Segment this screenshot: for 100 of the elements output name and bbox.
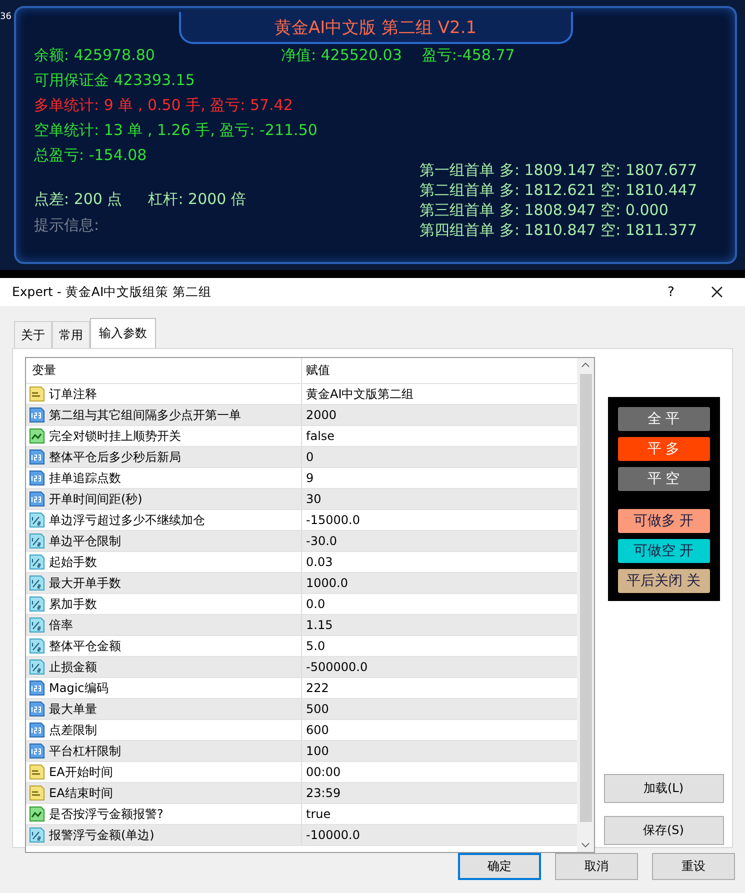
parameter-name: 整体平仓金额 bbox=[49, 638, 121, 654]
boolean-type-icon bbox=[29, 428, 45, 444]
dialog-button[interactable]: 确定 bbox=[458, 853, 542, 880]
parameter-name: 起始手数 bbox=[49, 554, 97, 570]
leverage-text: 杠杆: 2000 倍 bbox=[148, 189, 246, 210]
control-button[interactable]: 可做空 开 bbox=[618, 539, 710, 563]
parameter-value[interactable]: 黄金AI中文版第二组 bbox=[302, 386, 414, 402]
parameter-name: EA结束时间 bbox=[49, 784, 113, 802]
parameter-value[interactable]: 00:00 bbox=[302, 765, 341, 779]
parameter-name: Magic编码 bbox=[49, 680, 108, 696]
parameter-value[interactable]: -500000.0 bbox=[302, 660, 368, 674]
close-icon[interactable] bbox=[711, 286, 723, 298]
decimal-type-icon bbox=[29, 596, 45, 612]
parameter-value[interactable]: -30.0 bbox=[302, 534, 338, 548]
parameter-value[interactable]: -10000.0 bbox=[302, 828, 360, 842]
price-label: 36 bbox=[0, 12, 12, 22]
equity-text: 净值: 425520.03 bbox=[280, 45, 402, 66]
decimal-type-icon bbox=[29, 827, 45, 843]
text-type-icon bbox=[29, 764, 45, 780]
spread-text: 点差: 200 点 bbox=[34, 189, 122, 210]
group-price-text: 第二组首单 多: 1812.621 空: 1810.447 bbox=[420, 180, 697, 200]
stat-text: 余额: 425978.80 bbox=[34, 45, 155, 66]
decimal-type-icon bbox=[29, 659, 45, 675]
parameter-name: 完全对锁时挂上顺势开关 bbox=[49, 428, 181, 444]
dialog-button[interactable]: 重设 bbox=[652, 853, 735, 880]
integer-type-icon bbox=[29, 407, 45, 423]
decimal-type-icon bbox=[29, 533, 45, 549]
tab[interactable]: 关于 bbox=[14, 321, 52, 348]
decimal-type-icon bbox=[29, 638, 45, 654]
parameter-value[interactable]: 0.03 bbox=[302, 555, 333, 569]
profit-text: 盈亏:-458.77 bbox=[422, 45, 515, 66]
parameter-value[interactable]: 2000 bbox=[302, 408, 337, 422]
panel-title: 黄金AI中文版 第二组 V2.1 bbox=[274, 16, 477, 38]
integer-type-icon bbox=[29, 743, 45, 759]
control-button[interactable]: 平后关闭 关 bbox=[618, 569, 710, 593]
integer-type-icon bbox=[29, 449, 45, 465]
parameter-name: EA开始时间 bbox=[49, 764, 113, 780]
parameter-value[interactable]: 222 bbox=[302, 681, 329, 695]
dialog-button[interactable]: 加载(L) bbox=[604, 774, 724, 803]
decimal-type-icon bbox=[29, 512, 45, 528]
parameter-name: 平台杠杆限制 bbox=[49, 742, 121, 760]
decimal-type-icon bbox=[29, 575, 45, 591]
parameter-value[interactable]: 5.0 bbox=[302, 639, 326, 653]
parameter-value[interactable]: 30 bbox=[302, 492, 322, 506]
parameter-value[interactable]: 23:59 bbox=[302, 786, 341, 800]
parameter-value[interactable]: true bbox=[302, 807, 331, 821]
parameter-value[interactable]: 0 bbox=[302, 450, 314, 464]
parameter-value[interactable]: 600 bbox=[302, 723, 329, 737]
parameter-name: 止损金额 bbox=[49, 658, 97, 676]
parameter-name: 是否按浮亏金额报警? bbox=[49, 806, 164, 822]
parameter-name: 倍率 bbox=[49, 616, 73, 634]
control-button[interactable]: 平 空 bbox=[618, 467, 710, 491]
tab[interactable]: 常用 bbox=[52, 321, 90, 348]
integer-type-icon bbox=[29, 470, 45, 486]
parameter-value[interactable]: 500 bbox=[302, 702, 329, 716]
stat-text: 可用保证金 423393.15 bbox=[34, 70, 195, 91]
control-button[interactable]: 可做多 开 bbox=[618, 509, 710, 533]
scroll-down-icon[interactable] bbox=[581, 842, 590, 848]
parameter-name: 订单注释 bbox=[49, 386, 97, 402]
parameter-value[interactable]: 1000.0 bbox=[302, 576, 348, 590]
column-header[interactable]: 变量 bbox=[26, 358, 302, 383]
parameter-name: 单边平仓限制 bbox=[49, 532, 121, 550]
text-type-icon bbox=[29, 785, 45, 801]
decimal-type-icon bbox=[29, 617, 45, 633]
control-button[interactable]: 全 平 bbox=[618, 407, 710, 431]
parameter-name: 整体平仓后多少秒后新局 bbox=[49, 448, 181, 466]
dialog-button[interactable]: 取消 bbox=[555, 853, 638, 880]
parameter-value[interactable]: 9 bbox=[302, 471, 314, 485]
parameter-name: 单边浮亏超过多少不继续加仓 bbox=[49, 512, 205, 528]
group-price-text: 第三组首单 多: 1808.947 空: 0.000 bbox=[420, 200, 670, 220]
help-button[interactable]: ? bbox=[651, 284, 691, 300]
parameter-value[interactable]: false bbox=[302, 429, 335, 443]
dialog-button[interactable]: 保存(S) bbox=[604, 816, 724, 845]
parameter-name: 挂单追踪点数 bbox=[49, 470, 121, 486]
text-type-icon bbox=[29, 386, 45, 402]
parameter-name: 最大开单手数 bbox=[49, 574, 121, 592]
integer-type-icon bbox=[29, 491, 45, 507]
integer-type-icon bbox=[29, 680, 45, 696]
parameter-name: 点差限制 bbox=[49, 722, 97, 738]
parameter-name: 报警浮亏金额(单边) bbox=[49, 826, 154, 844]
parameter-value[interactable]: 1.15 bbox=[302, 618, 333, 632]
stat-text: 总盈亏: -154.08 bbox=[34, 145, 147, 166]
decimal-type-icon bbox=[29, 554, 45, 570]
dialog-title: Expert - 黄金AI中文版组策 第二组 bbox=[12, 284, 213, 300]
stat-text: 多单统计: 9 单 , 0.50 手, 盈亏: 57.42 bbox=[34, 95, 293, 116]
parameter-value[interactable]: 0.0 bbox=[302, 597, 326, 611]
parameter-name: 累加手数 bbox=[49, 596, 97, 612]
parameter-name: 第二组与其它组间隔多少点开第一单 bbox=[49, 406, 241, 424]
integer-type-icon bbox=[29, 701, 45, 717]
group-price-text: 第一组首单 多: 1809.147 空: 1807.677 bbox=[420, 160, 697, 180]
parameter-value[interactable]: -15000.0 bbox=[302, 513, 360, 527]
parameter-value[interactable]: 100 bbox=[302, 744, 329, 758]
integer-type-icon bbox=[29, 722, 45, 738]
boolean-type-icon bbox=[29, 806, 45, 822]
column-header[interactable]: 赋值 bbox=[302, 362, 330, 379]
parameter-name: 开单时间间距(秒) bbox=[49, 490, 142, 508]
stat-text: 空单统计: 13 单 , 1.26 手, 盈亏: -211.50 bbox=[34, 120, 318, 141]
parameter-name: 最大单量 bbox=[49, 700, 97, 718]
scroll-up-icon[interactable] bbox=[581, 362, 590, 368]
tab[interactable]: 输入参数 bbox=[90, 318, 156, 348]
